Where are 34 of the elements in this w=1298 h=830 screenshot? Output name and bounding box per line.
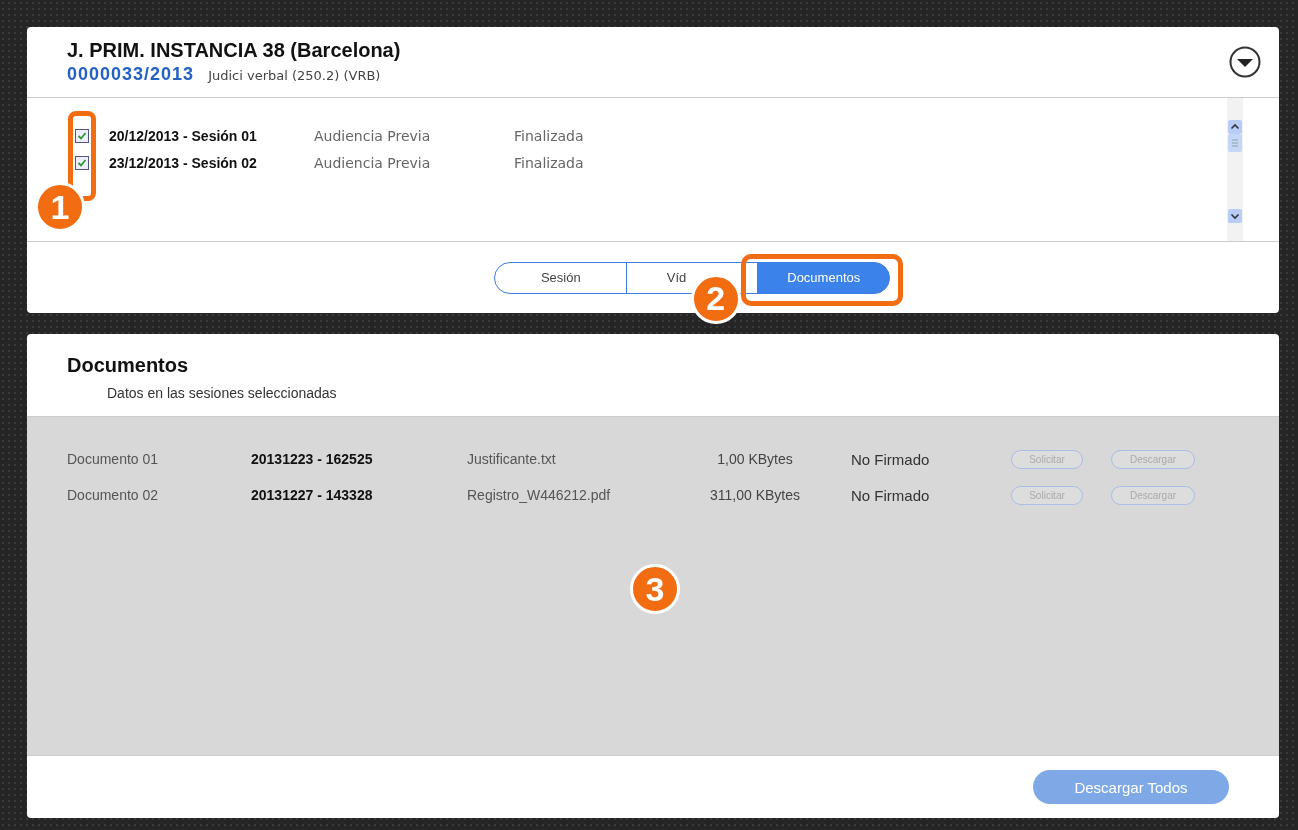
session-checkbox[interactable] — [75, 155, 89, 170]
tab[interactable]: Sesión — [494, 261, 628, 294]
tab[interactable]: Documentos — [757, 261, 891, 294]
scrollbar[interactable] — [1227, 98, 1243, 241]
scroll-down-icon[interactable] — [1228, 209, 1242, 223]
session-status: Finalizada — [514, 154, 584, 171]
callout-marker: 3 — [630, 564, 680, 614]
signature-status: No Firmado — [850, 486, 931, 504]
check-icon — [77, 157, 87, 168]
scroll-up-icon[interactable] — [1228, 120, 1242, 134]
document-timestamp: 20131223 - 162525 — [251, 451, 374, 467]
document-file: Registro_W446212.pdf — [467, 487, 612, 503]
procedure-type: Judici verbal (250.2) (VRB) — [208, 68, 381, 83]
session-checkbox[interactable] — [75, 128, 89, 143]
panel-title: Documentos — [67, 354, 190, 377]
document-file: Justificante.txt — [467, 451, 557, 467]
document-name: Documento 01 — [67, 451, 160, 467]
scroll-thumb-icon[interactable] — [1228, 134, 1242, 152]
session-type: Audiencia Previa — [314, 127, 432, 144]
document-timestamp: 20131227 - 143328 — [251, 487, 374, 503]
document-size: 311,00 KBytes — [709, 487, 801, 503]
case-number: 0000033/2013 — [67, 64, 195, 85]
session-label: 20/12/2013 - Sesión 01 — [109, 127, 258, 144]
check-icon — [77, 130, 87, 141]
document-size: 1,00 KBytes — [716, 451, 794, 467]
session-type: Audiencia Previa — [314, 154, 432, 171]
signature-status: No Firmado — [850, 450, 931, 468]
panel-subtitle: Datos en las sesiones seleccionadas — [106, 385, 338, 401]
document-name: Documento 02 — [67, 487, 160, 503]
session-label: 23/12/2013 - Sesión 02 — [109, 154, 258, 171]
callout-marker: 1 — [35, 182, 85, 232]
court-title: J. PRIM. INSTANCIA 38 (Barcelona) — [67, 39, 401, 62]
dropdown-icon[interactable] — [1229, 46, 1261, 78]
session-status: Finalizada — [514, 127, 584, 144]
